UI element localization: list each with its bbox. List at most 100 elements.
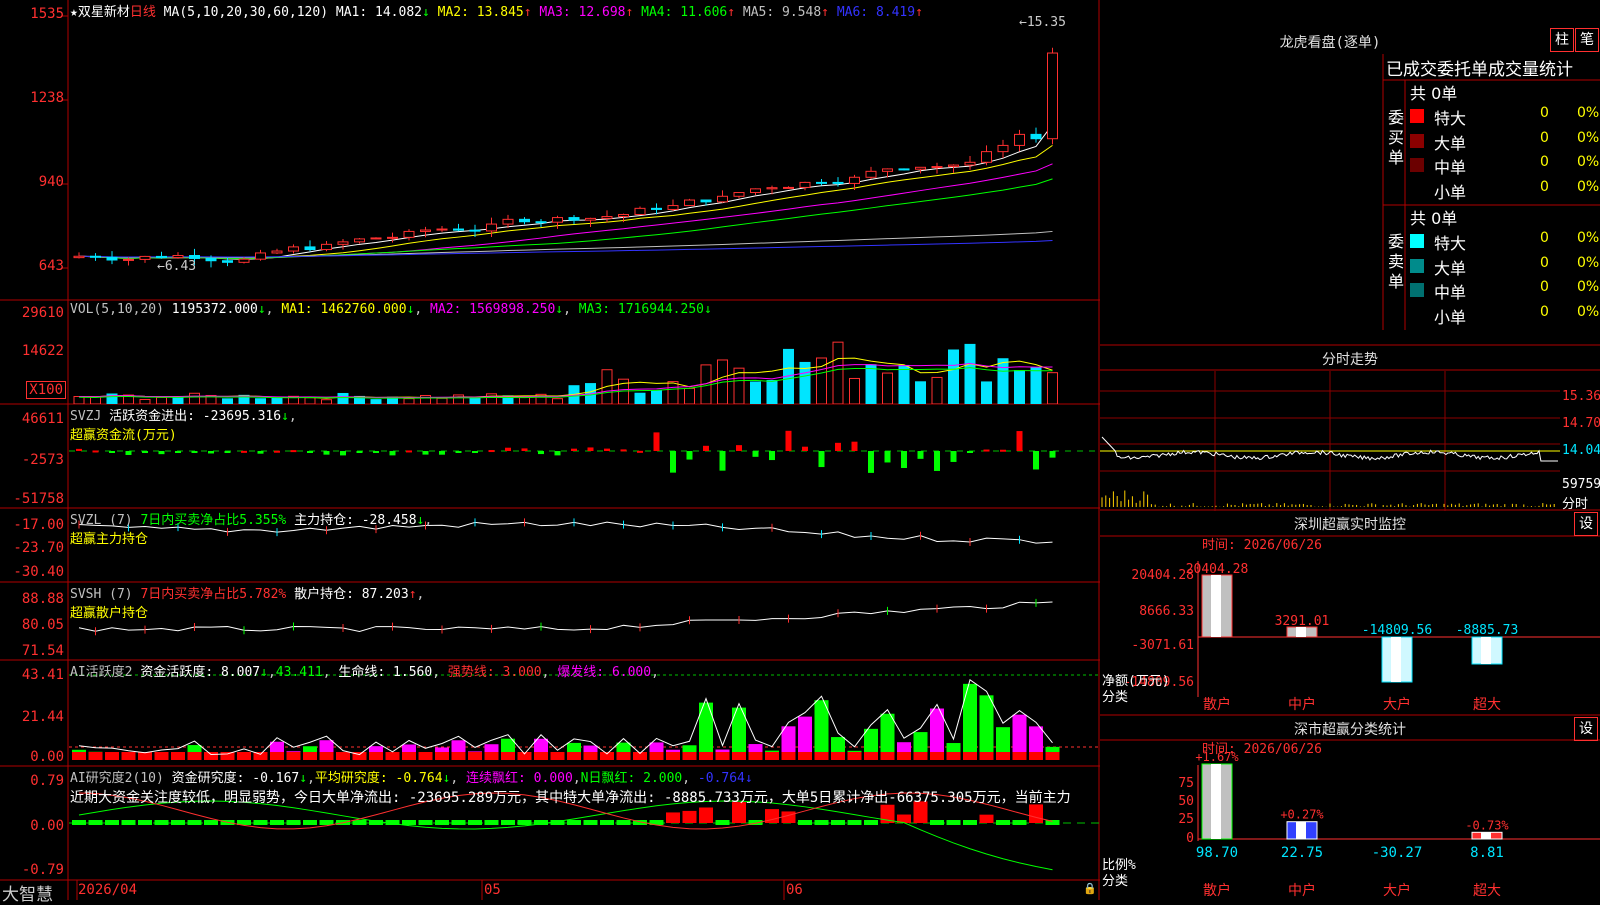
buy-row: 小单 0 0% — [1410, 178, 1600, 202]
activity-base — [88, 752, 103, 760]
research-bar — [781, 811, 796, 823]
svzl-tick: -30.40 — [13, 564, 64, 580]
candlestick-chart[interactable]: ←15.35 ←6.43 — [69, 0, 1099, 300]
candle-body — [997, 144, 1009, 153]
research-bar — [154, 820, 169, 825]
szc-change: +1.67% — [1195, 750, 1239, 764]
candle-body — [882, 168, 893, 172]
buy-percent: 0% — [1577, 154, 1600, 170]
settings-button[interactable]: 设 — [1574, 717, 1598, 741]
candle-body — [799, 181, 811, 188]
bar-mode-button[interactable]: 柱 — [1550, 28, 1574, 52]
ai2-text: 资金研究度: -0.167 — [171, 771, 300, 786]
buy-label: 特大 — [1434, 109, 1467, 128]
flow-bar — [142, 451, 148, 453]
flow-bar — [604, 448, 610, 451]
buy-count: 0 — [1540, 105, 1549, 121]
svzl-header: SVZL (7) 7日内买卖净占比5.355% 主力持仓: -28.458↓, … — [70, 513, 433, 547]
flow-bar — [719, 451, 726, 471]
research-bar — [864, 820, 878, 825]
flow-bar — [472, 451, 478, 453]
sz-category: 超大 — [1473, 697, 1501, 713]
svzj-sub: 超赢资金流(万元) — [70, 428, 177, 443]
intraday-title: 分时走势 — [1322, 352, 1378, 368]
svzl-sub: 超赢主力持仓 — [70, 532, 149, 547]
candle-body — [651, 207, 662, 210]
candle-body — [106, 256, 118, 261]
flow-bar — [158, 451, 165, 455]
szc-xlabel: 分类 — [1102, 874, 1128, 889]
sz-class-title: 深市超赢分类统计 — [1294, 722, 1406, 738]
flow-bar — [241, 450, 247, 453]
tick-mode-button[interactable]: 笔 — [1575, 28, 1599, 52]
activity-base — [583, 752, 598, 760]
sz-bar-value: -8885.73 — [1456, 623, 1519, 638]
sell-label: 小单 — [1434, 307, 1467, 327]
activity-base — [715, 752, 730, 760]
intraday-chart[interactable] — [1100, 371, 1560, 511]
buy-label: 大单 — [1434, 133, 1467, 153]
buy-row: 特大 0 0% — [1410, 104, 1600, 128]
flow-bar — [257, 451, 264, 454]
szc-axis-tick: 75 — [1178, 776, 1194, 791]
intraday-axis: 15.36 14.70 14.04 59759 分时 — [1562, 371, 1600, 512]
candle-body — [535, 221, 547, 224]
candle-body — [898, 168, 910, 171]
period-label[interactable]: 日线 — [130, 5, 156, 20]
flow-bar — [950, 451, 957, 462]
high-price-label: ←15.35 — [1019, 15, 1066, 30]
longhu-subtitle: 已成交委托单成交量统计 — [1386, 60, 1573, 80]
price-tick: 1535 — [30, 6, 64, 22]
sz-monitor-chart[interactable]: 时间: 2026/06/26 20404.28 8666.33 -3071.61 -14… — [1100, 537, 1600, 715]
flow-bar — [109, 451, 115, 453]
flow-bar — [868, 451, 874, 473]
candle-body — [750, 188, 761, 194]
activity-base — [880, 752, 895, 760]
flow-bar — [620, 449, 627, 452]
price-tick: 1238 — [30, 90, 64, 106]
research-bar — [286, 820, 301, 825]
chart-area[interactable]: ←15.35 ←6.43 1535 1238 940 643 ★双星新材日线 MA… — [0, 0, 1100, 905]
flow-bar — [653, 432, 660, 451]
activity-base — [237, 752, 251, 760]
candle-body — [849, 176, 860, 184]
volume-bar — [750, 381, 761, 404]
lock-icon[interactable]: 🔒 — [1083, 882, 1097, 895]
svsh-text2: 散户持仓: 87.203 — [294, 587, 409, 602]
volume-bar — [370, 399, 382, 404]
flow-bar — [851, 441, 858, 451]
flow-bar — [92, 450, 99, 453]
sz-class-chart[interactable]: 时间: 2026/06/267550250比例%分类+1.67%98.70散户+… — [1100, 741, 1600, 901]
candle-body — [931, 166, 943, 169]
research-bar — [600, 820, 614, 825]
volume-bar — [865, 364, 877, 404]
activity-base — [666, 752, 680, 760]
volume-bar — [304, 397, 316, 404]
sz-xlabel: 分类 — [1102, 690, 1128, 705]
sell-percent: 0% — [1577, 303, 1600, 320]
candle-body — [832, 181, 844, 184]
sz-bar-value: 3291.01 — [1275, 614, 1330, 629]
price-tick: 643 — [38, 258, 64, 274]
settings-button[interactable]: 设 — [1574, 512, 1598, 536]
sz-axis-tick: -3071.61 — [1131, 638, 1194, 653]
activity-base — [567, 752, 581, 760]
volume-bar — [981, 381, 992, 404]
activity-base — [187, 752, 202, 760]
activity-base — [534, 752, 548, 760]
svzj-tick: -51758 — [13, 491, 64, 507]
szc-value: 8.81 — [1470, 845, 1504, 861]
candle-body — [783, 186, 794, 189]
activity-base — [385, 752, 400, 760]
flow-bar — [1049, 451, 1056, 458]
research-bar — [138, 820, 152, 825]
research-bar — [979, 814, 994, 823]
vol-tick: 14622 — [21, 343, 64, 359]
research-bar — [253, 820, 268, 825]
avg-research-line — [78, 800, 1053, 871]
szc-bar-highlight — [1481, 832, 1491, 839]
volume-bar — [321, 399, 332, 404]
vol-tick: 29610 — [21, 305, 64, 321]
flow-bar — [835, 442, 841, 451]
sell-row: 特大 0 0% — [1410, 229, 1600, 253]
